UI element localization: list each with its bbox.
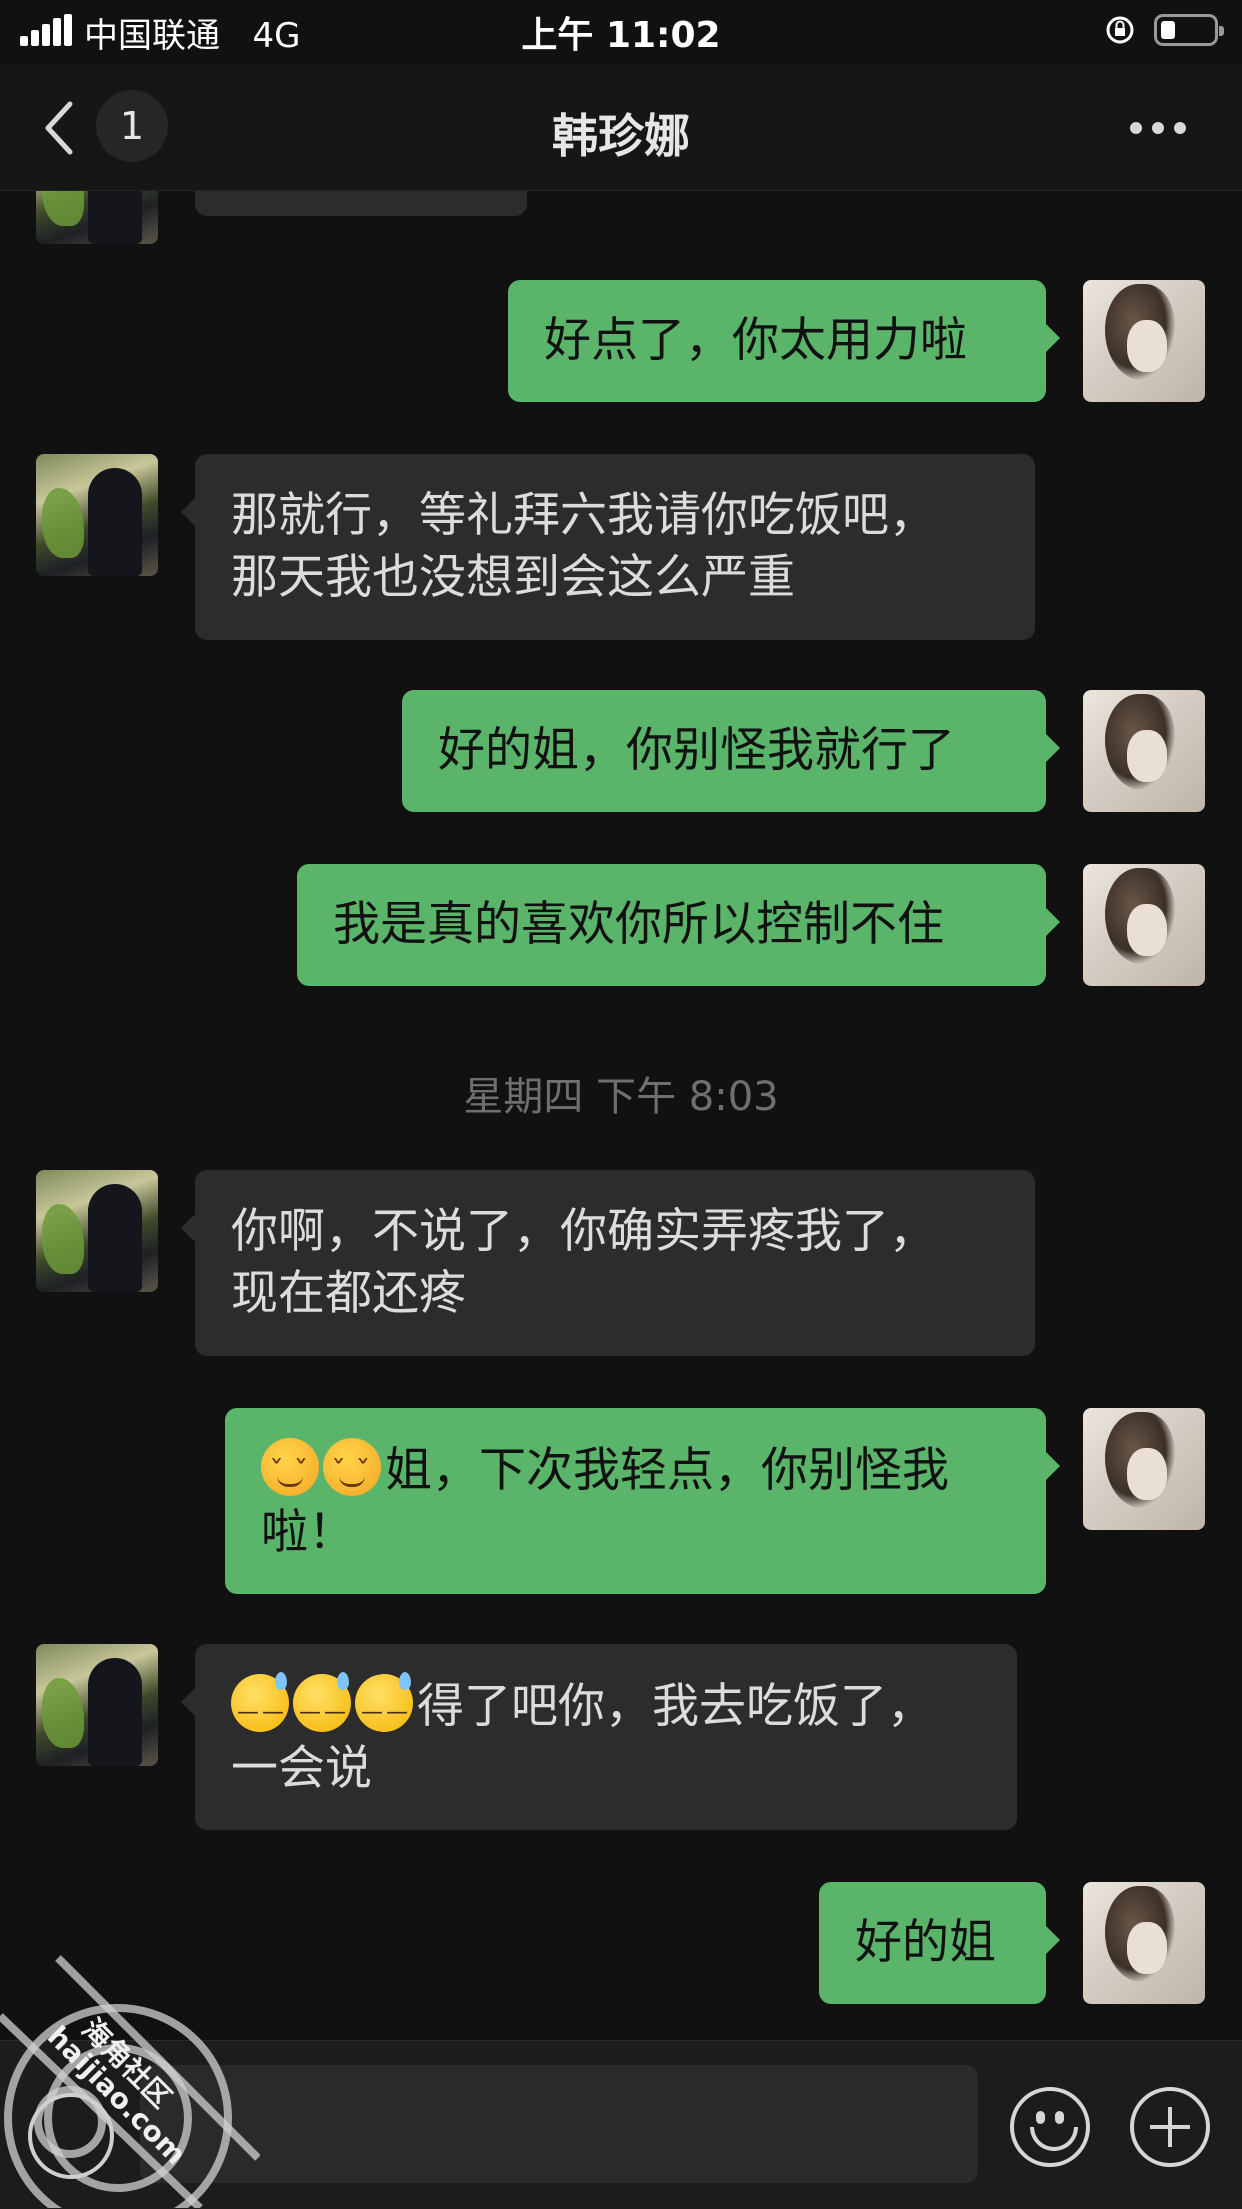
message-list[interactable]: 好点了，你太用力啦 那就行，等礼拜六我请你吃饭吧， 那天我也没想到会这么严重 好… bbox=[0, 190, 1242, 2040]
contact-avatar[interactable] bbox=[36, 454, 158, 576]
message-text: 我是真的喜欢你所以控制不住 bbox=[333, 897, 944, 952]
sweat-smile-face-icon bbox=[231, 1672, 289, 1744]
shy-face-icon bbox=[261, 1438, 319, 1504]
message-text-line: 那就行，等礼拜六我请你吃饭吧， bbox=[231, 488, 936, 543]
emoji-picker-icon[interactable] bbox=[1010, 2087, 1090, 2167]
message-text-line: 姐，下次我轻点，你别怪我 bbox=[261, 1438, 949, 1504]
incoming-message[interactable]: 那就行，等礼拜六我请你吃饭吧， 那天我也没想到会这么严重 bbox=[181, 454, 1035, 640]
rotation-lock-icon bbox=[1106, 16, 1134, 44]
outgoing-message[interactable]: 姐，下次我轻点，你别怪我 啦！ bbox=[225, 1408, 1060, 1594]
my-avatar[interactable] bbox=[1083, 690, 1205, 812]
voice-input-icon[interactable] bbox=[28, 2093, 114, 2179]
contact-avatar[interactable] bbox=[36, 190, 158, 244]
message-text-line: 一会说 bbox=[231, 1741, 372, 1796]
battery-icon bbox=[1154, 14, 1224, 46]
message-input-bar bbox=[0, 2040, 1242, 2209]
message-text: 好的姐，你别怪我就行了 bbox=[438, 723, 955, 778]
message-text-input[interactable] bbox=[140, 2065, 978, 2183]
status-bar: 中国联通 4G 上午 11:02 bbox=[0, 0, 1242, 64]
my-avatar[interactable] bbox=[1083, 864, 1205, 986]
contact-avatar[interactable] bbox=[36, 1644, 158, 1766]
sweat-smile-face-icon bbox=[355, 1672, 413, 1744]
message-text: 好的姐 bbox=[855, 1915, 996, 1970]
my-avatar[interactable] bbox=[1083, 280, 1205, 402]
outgoing-message[interactable]: 我是真的喜欢你所以控制不住 bbox=[297, 864, 1060, 986]
message-text-line: 你啊，不说了，你确实弄疼我了， bbox=[231, 1204, 936, 1259]
shy-face-icon bbox=[323, 1438, 381, 1504]
message-text-line: 得了吧你，我去吃饭了， bbox=[231, 1672, 934, 1744]
my-avatar[interactable] bbox=[1083, 1408, 1205, 1530]
more-options-icon[interactable] bbox=[1130, 122, 1186, 136]
message-text-line: 啦！ bbox=[261, 1505, 355, 1560]
incoming-message[interactable]: 得了吧你，我去吃饭了， 一会说 bbox=[181, 1644, 1017, 1830]
message-timestamp: 星期四 下午 8:03 bbox=[463, 1074, 779, 1120]
sweat-smile-face-icon bbox=[293, 1672, 351, 1744]
message-text-line: 现在都还疼 bbox=[231, 1266, 466, 1321]
more-functions-plus-icon[interactable] bbox=[1130, 2087, 1210, 2167]
status-time: 上午 11:02 bbox=[521, 15, 721, 56]
incoming-message[interactable]: 你啊，不说了，你确实弄疼我了， 现在都还疼 bbox=[181, 1170, 1035, 1356]
incoming-message[interactable] bbox=[181, 190, 527, 216]
chat-header: 1 韩珍娜 bbox=[0, 64, 1242, 191]
my-avatar[interactable] bbox=[1083, 1882, 1205, 2004]
message-text-line: 那天我也没想到会这么严重 bbox=[231, 550, 795, 605]
message-text: 好点了，你太用力啦 bbox=[544, 313, 967, 368]
outgoing-message[interactable]: 好的姐，你别怪我就行了 bbox=[402, 690, 1060, 812]
outgoing-message[interactable]: 好的姐 bbox=[819, 1882, 1060, 2004]
outgoing-message[interactable]: 好点了，你太用力啦 bbox=[508, 280, 1060, 402]
contact-name-title: 韩珍娜 bbox=[552, 109, 690, 163]
contact-avatar[interactable] bbox=[36, 1170, 158, 1292]
